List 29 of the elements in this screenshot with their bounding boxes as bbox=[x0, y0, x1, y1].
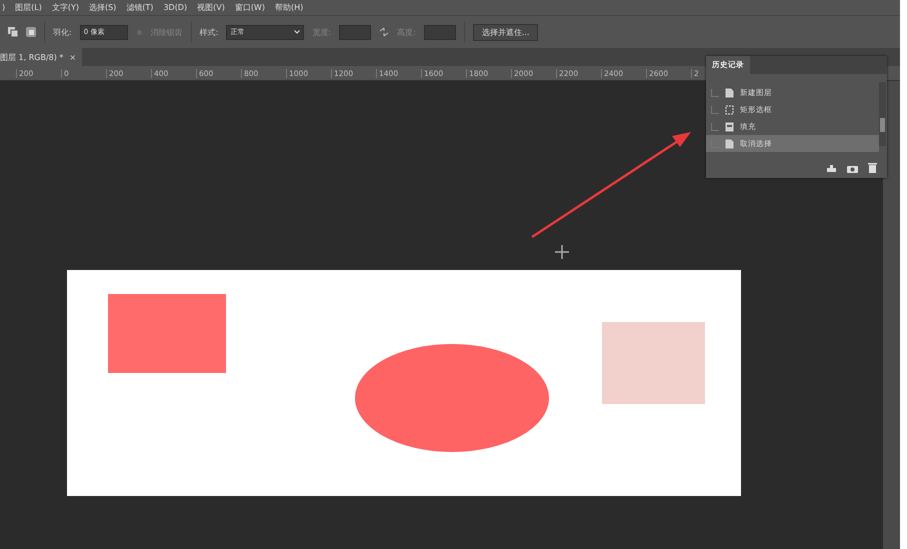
document-icon bbox=[725, 138, 734, 148]
document-icon bbox=[725, 88, 734, 98]
feather-label: 羽化: bbox=[53, 26, 72, 38]
style-label: 样式: bbox=[200, 26, 218, 38]
height-field[interactable] bbox=[424, 24, 456, 40]
document-tab[interactable]: 图层 1, RGB/8) * × bbox=[0, 48, 82, 66]
menu-item[interactable]: 帮助(H) bbox=[274, 2, 304, 13]
chevron-down-icon bbox=[294, 30, 300, 34]
crosshair-icon bbox=[555, 245, 569, 259]
menu-item[interactable]: ) bbox=[2, 3, 6, 12]
select-and-mask-button[interactable]: 选择并遮住... bbox=[472, 24, 538, 40]
trash-icon[interactable] bbox=[868, 163, 877, 173]
marquee-icon bbox=[725, 104, 734, 114]
menu-item[interactable]: 图层(L) bbox=[15, 2, 42, 13]
new-selection-icon[interactable] bbox=[8, 27, 18, 37]
menu-item[interactable]: 选择(S) bbox=[88, 2, 116, 13]
swap-icon[interactable] bbox=[379, 27, 390, 37]
camera-icon[interactable] bbox=[847, 164, 858, 172]
scrollbar[interactable] bbox=[883, 81, 900, 549]
add-selection-icon[interactable] bbox=[26, 27, 36, 37]
close-icon[interactable]: × bbox=[69, 52, 76, 62]
fill-icon bbox=[725, 122, 734, 132]
menu-item[interactable]: 3D(D) bbox=[163, 3, 188, 12]
menu-item[interactable]: 滤镜(T) bbox=[126, 2, 154, 13]
menu-item[interactable]: 窗口(W) bbox=[234, 2, 265, 13]
width-field[interactable] bbox=[339, 24, 372, 40]
menu-item[interactable]: 视图(V) bbox=[197, 2, 225, 13]
menu-item[interactable]: 文字(Y) bbox=[52, 2, 79, 13]
scrollbar[interactable] bbox=[879, 82, 886, 146]
